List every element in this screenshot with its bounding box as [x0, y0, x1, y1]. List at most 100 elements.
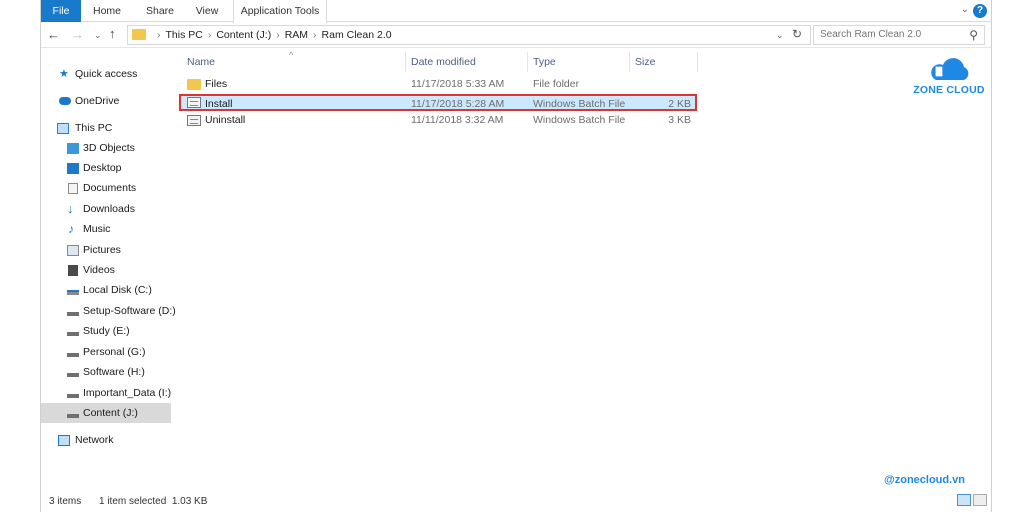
cloud-icon: [59, 97, 71, 105]
drive-icon: [67, 312, 79, 316]
drive-icon: [67, 394, 79, 398]
sidebar-item-this-pc[interactable]: This PC: [41, 118, 171, 138]
navigation-pane: ★ Quick access OneDrive This PC 3D Objec…: [41, 48, 176, 488]
drive-icon: [67, 414, 79, 418]
breadcrumb-separator: ›: [207, 29, 212, 41]
tab-view[interactable]: View: [187, 0, 227, 22]
videos-icon: [68, 265, 78, 276]
folder-icon: [187, 79, 201, 90]
column-divider[interactable]: [629, 52, 630, 72]
file-name: Uninstall: [205, 114, 246, 126]
details-view-button[interactable]: [957, 494, 971, 506]
address-bar[interactable]: › This PC › Content (J:) › RAM › Ram Clean 2.0 …: [127, 25, 811, 45]
sidebar-item-label: Setup-Software (D:): [83, 305, 176, 317]
download-icon: ↓: [67, 201, 74, 216]
sidebar-item-desktop[interactable]: Desktop: [41, 158, 171, 178]
sidebar-item-label: Important_Data (I:): [83, 387, 172, 399]
expand-ribbon-icon[interactable]: ⌄: [961, 4, 969, 15]
file-size: 2 KB: [668, 98, 691, 110]
sidebar-item-local-disk-c[interactable]: Local Disk (C:): [41, 280, 171, 300]
navigation-bar: ← → ⌄ ↑ › This PC › Content (J:) › RAM › Ram Cl…: [41, 22, 991, 48]
sidebar-item-videos[interactable]: Videos: [41, 260, 171, 280]
tab-home[interactable]: Home: [85, 0, 129, 22]
file-type: Windows Batch File: [533, 98, 626, 110]
file-row-install[interactable]: Install 11/17/2018 5:28 AM Windows Batch…: [179, 94, 697, 111]
sidebar-item-downloads[interactable]: ↓ Downloads: [41, 199, 171, 219]
recent-locations-button[interactable]: ⌄: [94, 30, 102, 41]
column-header-date-modified[interactable]: Date modified: [411, 56, 476, 68]
breadcrumb-separator: ›: [157, 29, 161, 41]
file-row-uninstall[interactable]: Uninstall 11/11/2018 3:32 AM Windows Bat…: [179, 112, 697, 129]
file-name: Files: [205, 78, 228, 90]
file-row-files[interactable]: Files 11/17/2018 5:33 AM File folder: [179, 76, 697, 93]
file-date: 11/11/2018 3:32 AM: [411, 114, 504, 126]
address-dropdown-icon[interactable]: ⌄: [776, 30, 784, 41]
status-bar: 3 items 1 item selected 1.03 KB: [41, 488, 991, 512]
folder-icon: [132, 29, 146, 40]
up-button[interactable]: ↑: [109, 26, 116, 41]
sidebar-item-study-e[interactable]: Study (E:): [41, 321, 171, 341]
drive-icon: [67, 353, 79, 357]
sidebar-item-content-j[interactable]: Content (J:): [41, 403, 171, 423]
refresh-button[interactable]: ↻: [792, 27, 802, 41]
batch-file-icon: [187, 115, 201, 126]
drive-icon: [67, 332, 79, 336]
sidebar-item-music[interactable]: ♪ Music: [41, 219, 171, 239]
sidebar-item-label: Content (J:): [83, 407, 138, 419]
search-input[interactable]: [820, 29, 960, 40]
large-icons-view-button[interactable]: [973, 494, 987, 506]
sidebar-item-label: Network: [75, 434, 114, 446]
tab-file[interactable]: File: [41, 0, 81, 22]
zone-cloud-logo: ZONE CLOUD: [912, 58, 986, 98]
column-divider[interactable]: [697, 52, 698, 72]
sidebar-item-personal-g[interactable]: Personal (G:): [41, 342, 171, 362]
column-divider[interactable]: [527, 52, 528, 72]
sidebar-item-pictures[interactable]: Pictures: [41, 240, 171, 260]
sidebar-item-network[interactable]: Network: [41, 430, 171, 450]
column-header-size[interactable]: Size: [635, 56, 655, 68]
column-header-name[interactable]: Name: [187, 56, 215, 68]
file-type: Windows Batch File: [533, 114, 626, 126]
sidebar-item-label: Study (E:): [83, 325, 130, 337]
sidebar-item-quick-access[interactable]: ★ Quick access: [41, 64, 171, 84]
star-icon: ★: [59, 68, 69, 80]
network-icon: [58, 435, 70, 446]
sidebar-item-important-data-i[interactable]: Important_Data (I:): [41, 383, 171, 403]
cloud-logo-icon: [931, 58, 969, 80]
search-box[interactable]: ⚲: [813, 25, 985, 45]
sidebar-item-label: Local Disk (C:): [83, 284, 152, 296]
column-divider[interactable]: [405, 52, 406, 72]
back-button[interactable]: ←: [47, 27, 60, 42]
item-count: 3 items: [49, 496, 82, 507]
help-icon[interactable]: ?: [973, 4, 987, 18]
sidebar-item-label: Personal (G:): [83, 346, 146, 358]
breadcrumb-this-pc[interactable]: This PC: [166, 29, 203, 41]
sidebar-item-label: Desktop: [83, 162, 122, 174]
tab-application-tools[interactable]: Application Tools: [233, 0, 327, 23]
sidebar-item-label: Downloads: [83, 203, 135, 215]
sidebar-item-onedrive[interactable]: OneDrive: [41, 91, 171, 111]
forward-button[interactable]: →: [71, 27, 84, 42]
desktop-icon: [67, 163, 79, 174]
search-icon[interactable]: ⚲: [969, 28, 978, 42]
sidebar-item-label: Pictures: [83, 244, 121, 256]
breadcrumb-ram-clean[interactable]: Ram Clean 2.0: [322, 29, 392, 41]
file-type: File folder: [533, 78, 580, 90]
sidebar-item-label: Quick access: [75, 68, 138, 80]
sidebar-item-label: Software (H:): [83, 366, 145, 378]
logo-text: ZONE CLOUD: [913, 84, 985, 96]
sidebar-item-software-h[interactable]: Software (H:): [41, 362, 171, 382]
drive-icon: [67, 373, 79, 377]
breadcrumb-ram[interactable]: RAM: [285, 29, 308, 41]
sidebar-item-3d-objects[interactable]: 3D Objects: [41, 138, 171, 158]
file-name: Install: [205, 98, 233, 110]
breadcrumb-content-drive[interactable]: Content (J:): [216, 29, 271, 41]
file-size: 3 KB: [668, 114, 691, 126]
breadcrumb: › This PC › Content (J:) › RAM › Ram Clean 2.0: [152, 29, 392, 41]
site-watermark: @zonecloud.vn: [884, 474, 966, 486]
tab-share[interactable]: Share: [139, 0, 181, 22]
file-explorer-window: File Home Share View Application Tools ⌄…: [40, 0, 992, 512]
sidebar-item-setup-software-d[interactable]: Setup-Software (D:): [41, 301, 176, 321]
sidebar-item-documents[interactable]: Documents: [41, 178, 171, 198]
column-header-type[interactable]: Type: [533, 56, 556, 68]
